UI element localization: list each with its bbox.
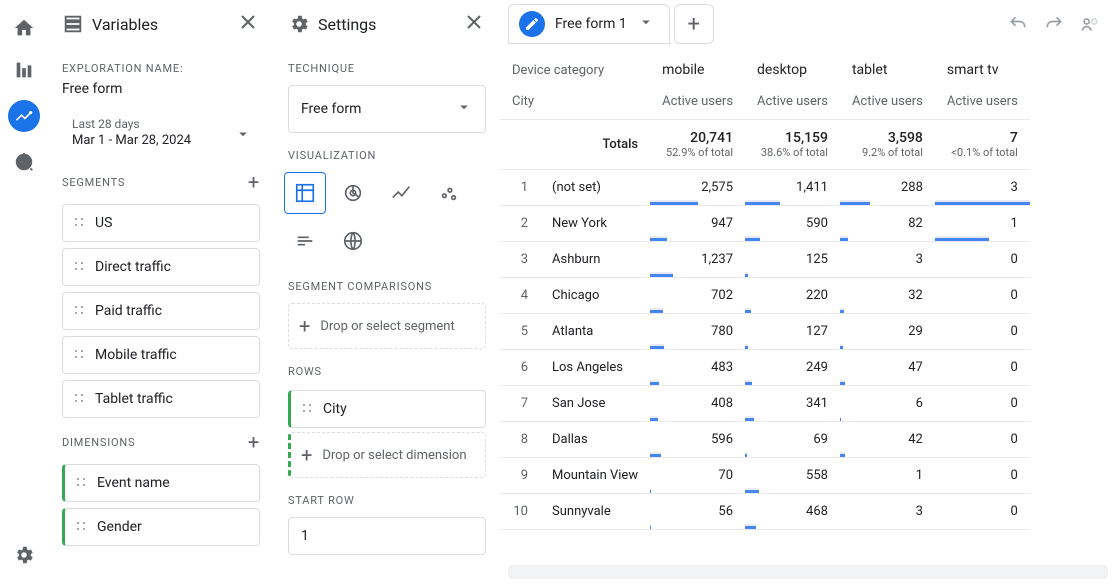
add-icon: + [301, 443, 312, 467]
row-dropzone[interactable]: + Drop or select dimension [288, 432, 486, 478]
metric-label[interactable]: Active users [745, 84, 840, 120]
tabs-bar: Free form 1 + [500, 0, 1116, 48]
date-range-picker[interactable]: Last 28 days Mar 1 - Mar 28, 2024 [62, 111, 260, 154]
metric-label[interactable]: Active users [840, 84, 935, 120]
pivot-label: Device category [500, 48, 650, 84]
drag-handle-icon [73, 348, 85, 362]
viz-line-button[interactable] [380, 172, 422, 214]
visualization-buttons [274, 168, 500, 266]
add-segment-button[interactable]: + [248, 172, 260, 192]
col-header-smart-tv[interactable]: smart tv [935, 48, 1030, 84]
start-row-label: START ROW [274, 480, 500, 513]
table-row[interactable]: 6Los Angeles483249470 [500, 350, 1030, 386]
viz-donut-button[interactable] [332, 172, 374, 214]
segment-chip[interactable]: US [62, 204, 260, 242]
data-table: Device category mobile desktop tablet sm… [500, 48, 1030, 530]
table-row[interactable]: 10Sunnyvale5646830 [500, 494, 1030, 530]
table-row[interactable]: 3Ashburn1,23712530 [500, 242, 1030, 278]
nav-reports-icon[interactable] [12, 58, 36, 82]
close-variables-icon[interactable] [236, 10, 260, 38]
nav-rail [0, 0, 48, 583]
add-tab-button[interactable]: + [674, 4, 714, 44]
drag-handle-icon [301, 402, 313, 416]
nav-explore-icon[interactable] [8, 100, 40, 132]
col-header-mobile[interactable]: mobile [650, 48, 745, 84]
nav-home-icon[interactable] [12, 16, 36, 40]
drag-handle-icon [73, 392, 85, 406]
segment-chip[interactable]: Mobile traffic [62, 336, 260, 374]
table-row[interactable]: 5Atlanta780127290 [500, 314, 1030, 350]
exploration-name-input[interactable]: Free form [48, 81, 274, 103]
viz-scatter-button[interactable] [428, 172, 470, 214]
chevron-down-icon[interactable] [637, 13, 655, 35]
drag-handle-icon [73, 260, 85, 274]
tab-label: Free form 1 [555, 16, 627, 32]
row-dim-label: City [500, 84, 650, 120]
main-canvas: Free form 1 + Device category mobile des… [500, 0, 1116, 583]
technique-select[interactable]: Free form [288, 85, 486, 133]
technique-label: TECHNIQUE [274, 48, 500, 81]
chevron-down-icon [234, 125, 252, 146]
variables-title: Variables [62, 13, 158, 35]
dimensions-section-label: DIMENSIONS + [48, 418, 274, 458]
settings-panel: Settings TECHNIQUE Free form VISUALIZATI… [274, 0, 500, 583]
settings-title: Settings [288, 13, 376, 35]
table-row[interactable]: 1(not set)2,5751,4112883 [500, 170, 1030, 206]
row-chip-city[interactable]: City [288, 390, 486, 428]
table-row[interactable]: 4Chicago702220320 [500, 278, 1030, 314]
segment-comparisons-label: SEGMENT COMPARISONS [274, 266, 500, 299]
share-button[interactable] [1072, 14, 1108, 34]
metric-label[interactable]: Active users [935, 84, 1030, 120]
segment-chip[interactable]: Tablet traffic [62, 380, 260, 418]
segments-section-label: SEGMENTS + [48, 158, 274, 198]
exploration-name-label: EXPLORATION NAME: [48, 48, 274, 81]
dimension-chip[interactable]: Event name [62, 464, 260, 502]
dimension-chip[interactable]: Gender [62, 508, 260, 546]
nav-advertising-icon[interactable] [12, 150, 36, 174]
tab-free-form-1[interactable]: Free form 1 [508, 4, 670, 44]
table-row[interactable]: 2New York947590821 [500, 206, 1030, 242]
viz-geo-button[interactable] [332, 220, 374, 262]
table-row[interactable]: 8Dallas59669420 [500, 422, 1030, 458]
segment-chip[interactable]: Paid traffic [62, 292, 260, 330]
segment-chip[interactable]: Direct traffic [62, 248, 260, 286]
col-header-desktop[interactable]: desktop [745, 48, 840, 84]
totals-row: Totals20,74152.9% of total15,15938.6% of… [500, 120, 1030, 170]
drag-handle-icon [75, 520, 87, 534]
redo-button[interactable] [1036, 14, 1072, 34]
undo-button[interactable] [1000, 14, 1036, 34]
rows-label: ROWS [274, 351, 500, 384]
start-row-input[interactable]: 1 [288, 517, 486, 555]
close-settings-icon[interactable] [462, 10, 486, 38]
drag-handle-icon [75, 476, 87, 490]
horizontal-scrollbar[interactable] [508, 565, 1108, 579]
chevron-down-icon [455, 98, 473, 120]
drag-handle-icon [73, 216, 85, 230]
viz-table-button[interactable] [284, 172, 326, 214]
segment-dropzone[interactable]: + Drop or select segment [288, 303, 486, 349]
visualization-label: VISUALIZATION [274, 135, 500, 168]
viz-bar-button[interactable] [284, 220, 326, 262]
add-icon: + [299, 314, 310, 338]
drag-handle-icon [73, 304, 85, 318]
data-table-container[interactable]: Device category mobile desktop tablet sm… [500, 48, 1116, 565]
add-dimension-button[interactable]: + [248, 432, 260, 452]
col-header-tablet[interactable]: tablet [840, 48, 935, 84]
edit-icon [519, 11, 545, 37]
variables-panel: Variables EXPLORATION NAME: Free form La… [48, 0, 274, 583]
table-row[interactable]: 9Mountain View7055810 [500, 458, 1030, 494]
metric-label[interactable]: Active users [650, 84, 745, 120]
table-row[interactable]: 7San Jose40834160 [500, 386, 1030, 422]
settings-gear-icon[interactable] [12, 543, 36, 567]
